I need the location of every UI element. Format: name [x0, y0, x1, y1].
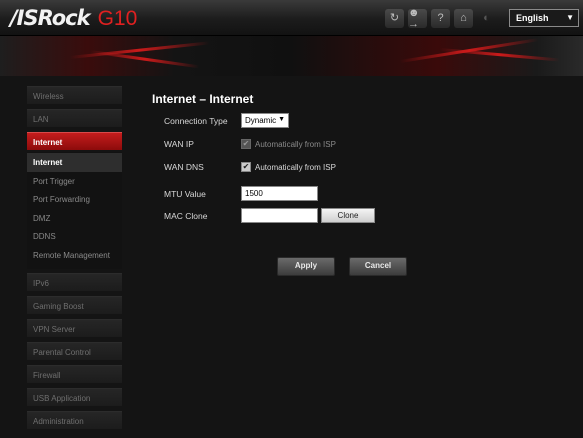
chevron-down-icon: ▼: [566, 13, 574, 22]
home-icon[interactable]: ⌂: [454, 9, 473, 28]
brand-logo: /ISRock G10: [10, 6, 137, 31]
model-name: G10: [97, 7, 138, 30]
wan-ip-label: WAN IP: [164, 139, 194, 149]
top-icon-bar: ↻ ☻→ ? ⌂ ◐: [385, 7, 496, 29]
header-banner: [0, 36, 583, 76]
connection-type-row: Connection Type Dynamic ▼: [164, 113, 464, 129]
sidebar-item-vpn-server[interactable]: VPN Server: [27, 318, 122, 337]
submenu-item-ddns[interactable]: DDNS: [27, 227, 122, 246]
sidebar-item-lan[interactable]: LAN: [27, 109, 122, 127]
sidebar-item-administration[interactable]: Administration: [27, 410, 122, 429]
mtu-label: MTU Value: [164, 189, 206, 199]
router-admin-page: /ISRock G10 ↻ ☻→ ? ⌂ ◐ English ▼ Wireless…: [0, 0, 583, 438]
wan-dns-row: WAN DNS ✔ Automatically from ISP: [164, 159, 464, 175]
help-icon[interactable]: ?: [431, 9, 450, 28]
wan-dns-auto-label: Automatically from ISP: [255, 162, 336, 172]
mtu-input[interactable]: 1500: [241, 186, 318, 201]
wan-dns-auto-checkbox[interactable]: ✔ Automatically from ISP: [241, 162, 336, 172]
sidebar-item-gaming-boost[interactable]: Gaming Boost: [27, 295, 122, 314]
chevron-down-icon: ▼: [278, 116, 285, 123]
wan-dns-label: WAN DNS: [164, 162, 204, 172]
sidebar-item-parental-control[interactable]: Parental Control: [27, 341, 122, 360]
wan-ip-row: WAN IP ✔ Automatically from ISP: [164, 136, 464, 152]
cancel-button[interactable]: Cancel: [349, 257, 407, 276]
form-actions: Apply Cancel: [277, 257, 407, 276]
connection-type-select[interactable]: Dynamic ▼: [241, 113, 289, 128]
page-title: Internet – Internet: [152, 92, 254, 106]
connection-type-value: Dynamic: [245, 116, 277, 125]
internet-submenu: Internet Port Trigger Port Forwarding DM…: [27, 152, 122, 269]
connection-type-label: Connection Type: [164, 116, 228, 126]
sidebar-item-usb-application[interactable]: USB Application: [27, 387, 122, 406]
checkbox-checked-icon: ✔: [241, 162, 251, 172]
apply-button[interactable]: Apply: [277, 257, 335, 276]
top-bar: /ISRock G10 ↻ ☻→ ? ⌂ ◐ English ▼: [0, 0, 583, 36]
sidebar-item-firewall[interactable]: Firewall: [27, 364, 122, 383]
mtu-row: MTU Value 1500: [164, 186, 464, 202]
submenu-item-dmz[interactable]: DMZ: [27, 209, 122, 228]
submenu-item-internet[interactable]: Internet: [27, 153, 122, 172]
banner-streak: [439, 48, 560, 62]
language-select[interactable]: English ▼: [509, 9, 579, 27]
user-transfer-icon[interactable]: ☻→: [408, 7, 427, 29]
brand-name: /ISRock: [10, 6, 91, 30]
mac-clone-row: MAC Clone Clone: [164, 208, 464, 224]
banner-streak: [89, 50, 200, 69]
submenu-item-remote-management[interactable]: Remote Management: [27, 246, 122, 265]
refresh-icon[interactable]: ↻: [385, 9, 404, 28]
language-value: English: [516, 13, 549, 23]
wan-ip-auto-checkbox[interactable]: ✔ Automatically from ISP: [241, 139, 336, 149]
clone-button[interactable]: Clone: [321, 208, 375, 223]
sidebar-item-ipv6[interactable]: IPv6: [27, 272, 122, 291]
submenu-item-port-trigger[interactable]: Port Trigger: [27, 172, 122, 191]
sidebar-item-internet[interactable]: Internet: [27, 132, 122, 150]
mac-clone-label: MAC Clone: [164, 211, 208, 221]
wan-ip-auto-label: Automatically from ISP: [255, 139, 336, 149]
sidebar-nav: Wireless LAN Internet Internet Port Trig…: [27, 86, 122, 434]
sidebar-item-wireless[interactable]: Wireless: [27, 86, 122, 104]
mac-clone-controls: Clone: [241, 208, 375, 223]
main-content: Internet – Internet Connection Type Dyna…: [152, 92, 572, 276]
checkbox-checked-icon: ✔: [241, 139, 251, 149]
mac-clone-input[interactable]: [241, 208, 318, 223]
submenu-item-port-forwarding[interactable]: Port Forwarding: [27, 190, 122, 209]
settings-icon[interactable]: ◐: [477, 9, 496, 28]
